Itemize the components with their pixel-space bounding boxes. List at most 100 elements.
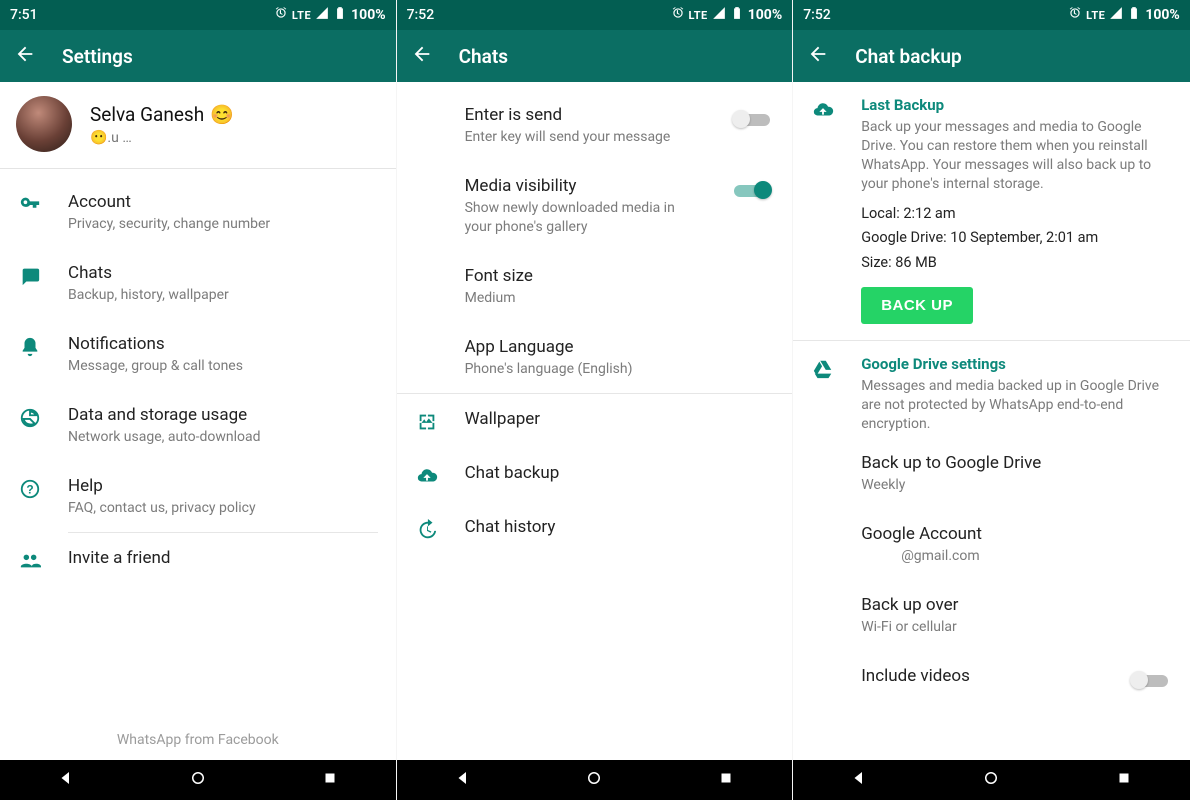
gdrive-include-videos[interactable]: Include videos (793, 651, 1190, 691)
spacer (415, 267, 439, 291)
nav-home-icon[interactable] (585, 769, 603, 791)
backup-button[interactable]: BACK UP (861, 287, 973, 324)
item-sub: Weekly (861, 476, 1172, 495)
status-bar: 7:52 LTE 100% (793, 0, 1190, 30)
nav-bar (0, 760, 396, 800)
status-time: 7:52 (803, 7, 831, 23)
section-desc: Messages and media backed up in Google D… (861, 377, 1172, 434)
item-sub: Wi-Fi or cellular (861, 618, 1172, 637)
item-sub: Medium (465, 289, 775, 308)
profile-emoji: 😊 (210, 103, 234, 126)
app-bar: Settings (0, 30, 396, 82)
item-sub: Message, group & call tones (68, 357, 378, 376)
nav-back-icon[interactable] (850, 769, 868, 791)
key-icon (18, 193, 42, 217)
app-bar: Chats (397, 30, 793, 82)
status-time: 7:51 (10, 7, 38, 23)
item-label: Back up to Google Drive (861, 452, 1172, 474)
chats-media-visibility[interactable]: Media visibility Show newly downloaded m… (397, 161, 793, 251)
item-sub: Privacy, security, change number (68, 215, 378, 234)
section-gdrive-settings: Google Drive settings Messages and media… (793, 341, 1190, 438)
chat-icon (18, 264, 42, 288)
status-lte: LTE (292, 9, 311, 22)
status-right: LTE 100% (274, 6, 386, 24)
status-battery: 100% (1145, 7, 1179, 23)
spacer (415, 106, 439, 130)
spacer (415, 338, 439, 362)
footer-text: WhatsApp from Facebook (0, 708, 396, 760)
toggle-media-visibility[interactable] (732, 179, 772, 201)
toggle-enter-is-send[interactable] (732, 108, 772, 130)
item-label: Help (68, 475, 378, 497)
back-icon[interactable] (411, 43, 433, 69)
settings-item-notifications[interactable]: Notifications Message, group & call tone… (0, 319, 396, 390)
settings-item-help[interactable]: ? Help FAQ, contact us, privacy policy (0, 461, 396, 532)
status-lte: LTE (1086, 9, 1105, 22)
spacer (811, 454, 835, 478)
battery-icon (1127, 6, 1141, 24)
alarm-icon (671, 6, 685, 24)
item-sub: Phone's language (English) (465, 360, 775, 379)
nav-home-icon[interactable] (982, 769, 1000, 791)
gdrive-backup-frequency[interactable]: Back up to Google Drive Weekly (793, 438, 1190, 509)
nav-back-icon[interactable] (454, 769, 472, 791)
status-right: LTE 100% (671, 6, 783, 24)
help-icon: ? (18, 477, 42, 501)
status-battery: 100% (351, 7, 385, 23)
cloud-up-icon (811, 98, 835, 122)
gdrive-backup-over[interactable]: Back up over Wi-Fi or cellular (793, 580, 1190, 651)
backup-info: Local: 2:12 am Google Drive: 10 Septembe… (793, 198, 1190, 280)
section-header: Last Backup (861, 96, 1172, 114)
page-title: Chat backup (855, 45, 961, 68)
status-battery: 100% (748, 7, 782, 23)
item-label: Account (68, 191, 378, 213)
screen-chats: 7:52 LTE 100% Chats Enter is send (397, 0, 794, 800)
nav-home-icon[interactable] (189, 769, 207, 791)
chats-font-size[interactable]: Font size Medium (397, 251, 793, 322)
chats-chat-backup[interactable]: Chat backup (397, 448, 793, 502)
back-icon[interactable] (14, 43, 36, 69)
bell-icon (18, 335, 42, 359)
signal-icon (1109, 6, 1123, 24)
gdrive-google-account[interactable]: Google Account @gmail.com (793, 509, 1190, 580)
data-icon (18, 406, 42, 430)
nav-recent-icon[interactable] (717, 769, 735, 791)
chats-chat-history[interactable]: Chat history (397, 502, 793, 556)
signal-icon (315, 6, 329, 24)
item-sub: Backup, history, wallpaper (68, 286, 378, 305)
item-sub: Network usage, auto-download (68, 428, 378, 447)
settings-item-data-storage[interactable]: Data and storage usage Network usage, au… (0, 390, 396, 461)
settings-item-invite-friend[interactable]: Invite a friend (0, 533, 396, 587)
item-label: App Language (465, 336, 775, 358)
status-time: 7:52 (407, 7, 435, 23)
item-label: Media visibility (465, 175, 699, 197)
chats-wallpaper[interactable]: Wallpaper (397, 394, 793, 448)
item-label: Back up over (861, 594, 1172, 616)
chats-enter-is-send[interactable]: Enter is send Enter key will send your m… (397, 90, 793, 161)
item-label: Wallpaper (465, 408, 775, 430)
item-label: Font size (465, 265, 775, 287)
profile-name-row: Selva Ganesh 😊 (90, 103, 234, 126)
nav-recent-icon[interactable] (321, 769, 339, 791)
page-title: Chats (459, 45, 508, 68)
item-sub: Enter key will send your message (465, 128, 699, 147)
profile-status: 😶.u … (90, 130, 234, 146)
nav-bar (397, 760, 793, 800)
app-bar: Chat backup (793, 30, 1190, 82)
nav-back-icon[interactable] (57, 769, 75, 791)
profile-row[interactable]: Selva Ganesh 😊 😶.u … (0, 82, 396, 169)
settings-item-chats[interactable]: Chats Backup, history, wallpaper (0, 248, 396, 319)
toggle-include-videos[interactable] (1130, 669, 1170, 691)
chats-app-language[interactable]: App Language Phone's language (English) (397, 322, 793, 393)
backup-local: Local: 2:12 am (861, 202, 1172, 227)
spacer (811, 667, 835, 691)
back-icon[interactable] (807, 43, 829, 69)
wallpaper-icon (415, 410, 439, 434)
backup-drive: Google Drive: 10 September, 2:01 am (861, 226, 1172, 251)
cloud-up-icon (415, 464, 439, 488)
item-sub: Show newly downloaded media in your phon… (465, 199, 699, 237)
settings-item-account[interactable]: Account Privacy, security, change number (0, 177, 396, 248)
section-desc: Back up your messages and media to Googl… (861, 118, 1172, 194)
screen-settings: 7:51 LTE 100% Settings Selva Ganesh (0, 0, 397, 800)
nav-recent-icon[interactable] (1115, 769, 1133, 791)
